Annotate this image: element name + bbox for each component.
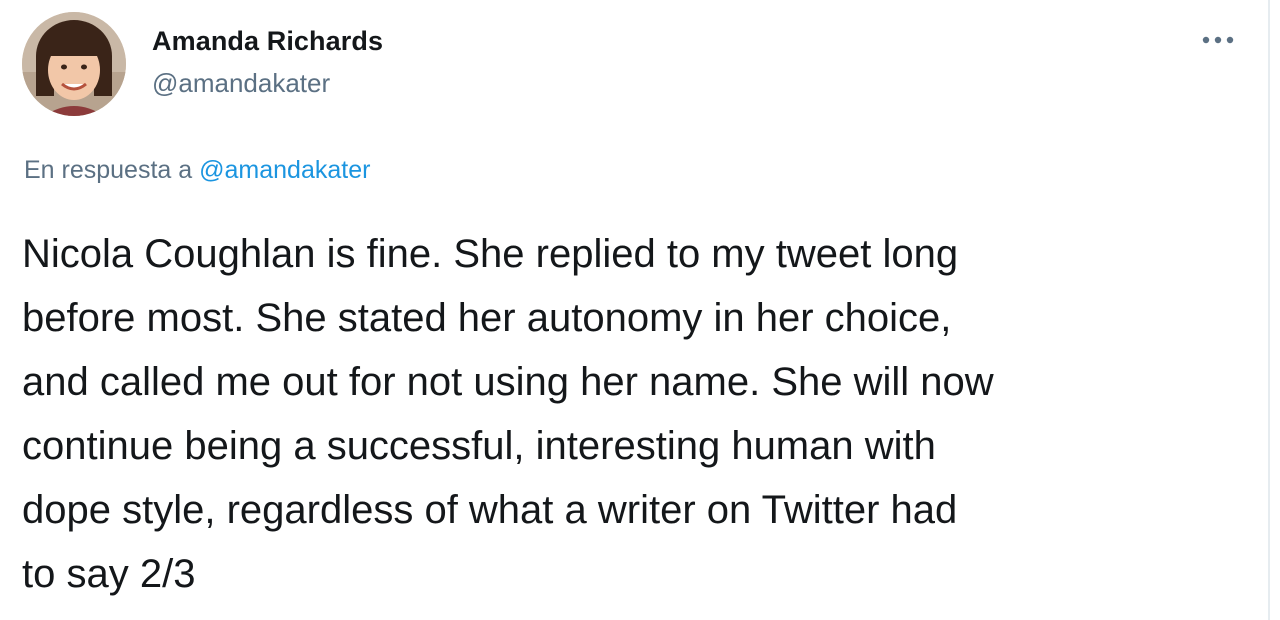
reply-mention-link[interactable]: @amandakater (199, 156, 370, 184)
author-name[interactable]: Amanda Richards (152, 26, 383, 57)
more-options-button[interactable] (1196, 22, 1240, 58)
reply-context: En respuesta a @amandakater (24, 156, 370, 185)
avatar[interactable] (22, 12, 126, 116)
ellipsis-icon (1202, 36, 1234, 44)
tweet-text: Nicola Coughlan is fine. She replied to … (22, 232, 994, 596)
reply-prefix: En respuesta a (24, 156, 193, 184)
tweet-card: Amanda Richards @amandakater En respuest… (0, 0, 1270, 620)
author-handle[interactable]: @amandakater (152, 68, 330, 99)
avatar-image (22, 12, 126, 116)
